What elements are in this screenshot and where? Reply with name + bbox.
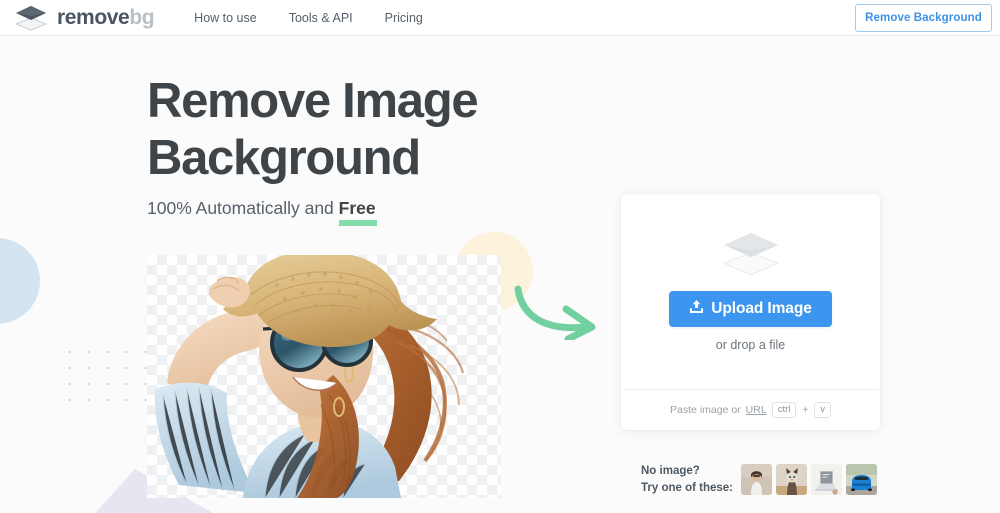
page-title-line-1: Remove Image [147,74,477,128]
sample-thumbnail-car[interactable] [846,464,877,495]
upload-image-button[interactable]: Upload Image [669,291,831,327]
sample-thumbnail-laptop[interactable] [811,464,842,495]
upload-dropzone[interactable]: Upload Image or drop a file [621,194,880,389]
page-subtitle-highlight: Free [339,198,376,218]
nav-link-how-to-use[interactable]: How to use [194,11,257,25]
sample-images-section: No image? Try one of these: [641,463,877,496]
logo[interactable]: removebg [14,5,154,31]
page-subtitle-text: 100% Automatically and [147,198,339,218]
stacked-layers-icon [720,231,782,277]
page-subtitle-highlight-wrap: Free [339,198,376,220]
sample-label-line-1: No image? [641,463,733,480]
main-nav: How to use Tools & API Pricing [194,11,423,25]
stacked-layers-icon [14,5,48,31]
key-plus: + [801,405,809,416]
paste-hint-row: Paste image or URL ctrl + v [621,390,880,430]
page-title-line-2: Background [147,131,420,185]
drop-file-hint: or drop a file [716,338,785,352]
sample-images-label: No image? Try one of these: [641,463,733,496]
logo-text-primary: remove [57,6,129,29]
paste-hint-text: Paste image or [670,404,741,416]
sample-label-line-2: Try one of these: [641,480,733,497]
sample-thumbnails [741,464,877,495]
decorative-blue-circle [0,238,40,324]
key-ctrl: ctrl [772,402,797,419]
key-v: v [814,402,831,419]
page-title: Remove Image Background [147,73,617,187]
remove-background-button[interactable]: Remove Background [855,4,992,32]
upload-icon [689,299,704,319]
sample-thumbnail-cat[interactable] [776,464,807,495]
decorative-dot-grid [60,344,156,408]
hero-sample-image [147,255,501,498]
nav-link-pricing[interactable]: Pricing [385,11,423,25]
upload-image-button-label: Upload Image [711,300,811,318]
sample-thumbnail-woman[interactable] [741,464,772,495]
highlight-underline [339,220,377,226]
upload-card[interactable]: Upload Image or drop a file Paste image … [621,194,880,430]
page-subtitle: 100% Automatically and Free [147,198,376,220]
green-arrow-icon [512,285,612,345]
paste-url-link[interactable]: URL [746,404,767,416]
logo-text-secondary: bg [129,6,154,29]
site-header: removebg How to use Tools & API Pricing … [0,0,1000,36]
nav-link-tools-api[interactable]: Tools & API [289,11,353,25]
